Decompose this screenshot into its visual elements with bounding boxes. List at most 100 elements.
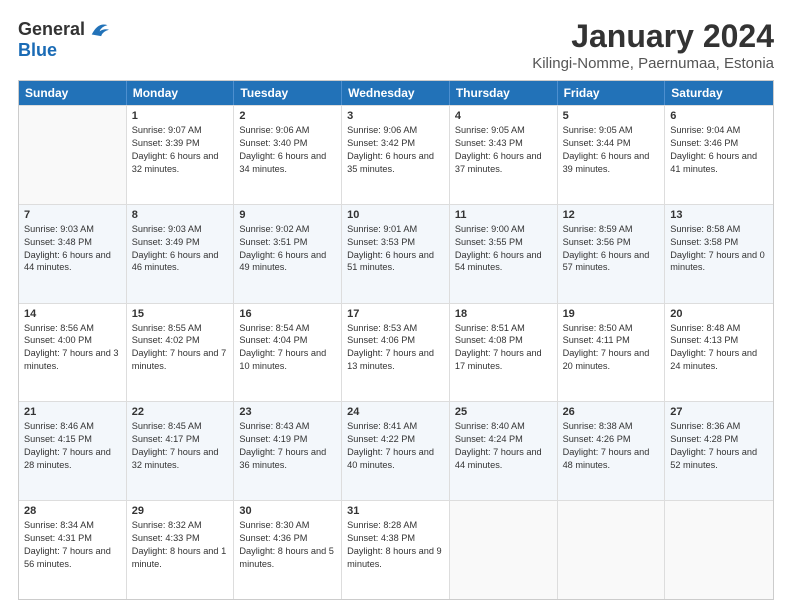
cell-day-number: 4	[455, 110, 552, 122]
calendar-cell-5-1: 28 Sunrise: 8:34 AM Sunset: 4:31 PM Dayli…	[19, 501, 127, 599]
calendar-cell-5-3: 30Sunrise: 8:30 AM Sunset: 4:36 PM Dayli…	[234, 501, 342, 599]
cell-day-number: 6	[670, 110, 768, 122]
calendar-cell-3-6: 19 Sunrise: 8:50 AM Sunset: 4:11 PM Dayli…	[558, 304, 666, 402]
cell-sun-info: Sunrise: 8:38 AM Sunset: 4:26 PM Dayligh…	[563, 420, 660, 472]
cell-day-number: 31	[347, 505, 444, 517]
header-day-monday: Monday	[127, 81, 235, 105]
cell-day-number: 23	[239, 406, 336, 418]
calendar-cell-4-2: 22 Sunrise: 8:45 AM Sunset: 4:17 PM Dayli…	[127, 402, 235, 500]
cell-day-number: 29	[132, 505, 229, 517]
cell-day-number: 17	[347, 308, 444, 320]
cell-sun-info: Sunrise: 8:50 AM Sunset: 4:11 PM Dayligh…	[563, 322, 660, 374]
calendar-body: 1 Sunrise: 9:07 AM Sunset: 3:39 PM Daylig…	[19, 105, 773, 599]
calendar-cell-2-3: 9 Sunrise: 9:02 AM Sunset: 3:51 PM Daylig…	[234, 205, 342, 303]
cell-sun-info: Sunrise: 8:48 AM Sunset: 4:13 PM Dayligh…	[670, 322, 768, 374]
cell-sun-info: Sunrise: 8:41 AM Sunset: 4:22 PM Dayligh…	[347, 420, 444, 472]
cell-day-number: 22	[132, 406, 229, 418]
cell-day-number: 30	[239, 505, 336, 517]
cell-day-number: 3	[347, 110, 444, 122]
cell-day-number: 15	[132, 308, 229, 320]
calendar-week-2: 7Sunrise: 9:03 AM Sunset: 3:48 PM Daylig…	[19, 204, 773, 303]
calendar-week-4: 21 Sunrise: 8:46 AM Sunset: 4:15 PM Dayli…	[19, 401, 773, 500]
logo: General Blue	[18, 18, 109, 61]
cell-sun-info: Sunrise: 8:34 AM Sunset: 4:31 PM Dayligh…	[24, 519, 121, 571]
cell-day-number: 8	[132, 209, 229, 221]
calendar-cell-2-5: 11Sunrise: 9:00 AM Sunset: 3:55 PM Dayli…	[450, 205, 558, 303]
calendar-cell-5-7	[665, 501, 773, 599]
cell-sun-info: Sunrise: 9:05 AM Sunset: 3:43 PM Dayligh…	[455, 124, 552, 176]
calendar-cell-4-1: 21 Sunrise: 8:46 AM Sunset: 4:15 PM Dayli…	[19, 402, 127, 500]
calendar-cell-1-4: 3 Sunrise: 9:06 AM Sunset: 3:42 PM Daylig…	[342, 106, 450, 204]
cell-day-number: 7	[24, 209, 121, 221]
calendar-cell-1-3: 2Sunrise: 9:06 AM Sunset: 3:40 PM Daylig…	[234, 106, 342, 204]
cell-sun-info: Sunrise: 8:55 AM Sunset: 4:02 PM Dayligh…	[132, 322, 229, 374]
cell-sun-info: Sunrise: 9:03 AM Sunset: 3:49 PM Dayligh…	[132, 223, 229, 275]
calendar-grid: SundayMondayTuesdayWednesdayThursdayFrid…	[18, 80, 774, 600]
header-day-saturday: Saturday	[665, 81, 773, 105]
calendar-cell-2-1: 7Sunrise: 9:03 AM Sunset: 3:48 PM Daylig…	[19, 205, 127, 303]
cell-day-number: 5	[563, 110, 660, 122]
cell-day-number: 27	[670, 406, 768, 418]
header-day-thursday: Thursday	[450, 81, 558, 105]
cell-day-number: 9	[239, 209, 336, 221]
calendar-cell-3-4: 17 Sunrise: 8:53 AM Sunset: 4:06 PM Dayli…	[342, 304, 450, 402]
header-day-friday: Friday	[558, 81, 666, 105]
calendar-cell-1-6: 5 Sunrise: 9:05 AM Sunset: 3:44 PM Daylig…	[558, 106, 666, 204]
calendar-cell-3-3: 16 Sunrise: 8:54 AM Sunset: 4:04 PM Dayli…	[234, 304, 342, 402]
cell-day-number: 10	[347, 209, 444, 221]
logo-general-text: General	[18, 19, 85, 40]
cell-day-number: 16	[239, 308, 336, 320]
cell-sun-info: Sunrise: 8:53 AM Sunset: 4:06 PM Dayligh…	[347, 322, 444, 374]
cell-sun-info: Sunrise: 8:51 AM Sunset: 4:08 PM Dayligh…	[455, 322, 552, 374]
calendar-cell-2-6: 12 Sunrise: 8:59 AM Sunset: 3:56 PM Dayli…	[558, 205, 666, 303]
cell-day-number: 26	[563, 406, 660, 418]
cell-sun-info: Sunrise: 8:46 AM Sunset: 4:15 PM Dayligh…	[24, 420, 121, 472]
cell-day-number: 20	[670, 308, 768, 320]
calendar-cell-1-1	[19, 106, 127, 204]
cell-sun-info: Sunrise: 8:45 AM Sunset: 4:17 PM Dayligh…	[132, 420, 229, 472]
calendar-cell-2-7: 13Sunrise: 8:58 AM Sunset: 3:58 PM Dayli…	[665, 205, 773, 303]
calendar-cell-4-6: 26 Sunrise: 8:38 AM Sunset: 4:26 PM Dayli…	[558, 402, 666, 500]
calendar-week-5: 28 Sunrise: 8:34 AM Sunset: 4:31 PM Dayli…	[19, 500, 773, 599]
calendar-cell-5-2: 29 Sunrise: 8:32 AM Sunset: 4:33 PM Dayli…	[127, 501, 235, 599]
cell-sun-info: Sunrise: 9:06 AM Sunset: 3:40 PM Dayligh…	[239, 124, 336, 176]
cell-day-number: 21	[24, 406, 121, 418]
logo-bird-icon	[87, 18, 109, 40]
cell-sun-info: Sunrise: 8:59 AM Sunset: 3:56 PM Dayligh…	[563, 223, 660, 275]
calendar-cell-1-5: 4 Sunrise: 9:05 AM Sunset: 3:43 PM Daylig…	[450, 106, 558, 204]
cell-sun-info: Sunrise: 9:05 AM Sunset: 3:44 PM Dayligh…	[563, 124, 660, 176]
cell-sun-info: Sunrise: 9:06 AM Sunset: 3:42 PM Dayligh…	[347, 124, 444, 176]
calendar-cell-1-2: 1 Sunrise: 9:07 AM Sunset: 3:39 PM Daylig…	[127, 106, 235, 204]
month-title: January 2024	[532, 18, 774, 55]
cell-day-number: 28	[24, 505, 121, 517]
page-header: General Blue January 2024 Kilingi-Nomme,…	[18, 18, 774, 72]
cell-sun-info: Sunrise: 8:43 AM Sunset: 4:19 PM Dayligh…	[239, 420, 336, 472]
logo-blue-text: Blue	[18, 40, 57, 61]
cell-day-number: 24	[347, 406, 444, 418]
header-day-tuesday: Tuesday	[234, 81, 342, 105]
cell-sun-info: Sunrise: 8:58 AM Sunset: 3:58 PM Dayligh…	[670, 223, 768, 275]
cell-sun-info: Sunrise: 9:07 AM Sunset: 3:39 PM Dayligh…	[132, 124, 229, 176]
calendar-week-1: 1 Sunrise: 9:07 AM Sunset: 3:39 PM Daylig…	[19, 105, 773, 204]
calendar-cell-1-7: 6 Sunrise: 9:04 AM Sunset: 3:46 PM Daylig…	[665, 106, 773, 204]
cell-sun-info: Sunrise: 8:32 AM Sunset: 4:33 PM Dayligh…	[132, 519, 229, 571]
cell-day-number: 18	[455, 308, 552, 320]
cell-day-number: 1	[132, 110, 229, 122]
calendar-page: General Blue January 2024 Kilingi-Nomme,…	[0, 0, 792, 612]
cell-sun-info: Sunrise: 8:36 AM Sunset: 4:28 PM Dayligh…	[670, 420, 768, 472]
cell-sun-info: Sunrise: 9:04 AM Sunset: 3:46 PM Dayligh…	[670, 124, 768, 176]
calendar-cell-4-4: 24 Sunrise: 8:41 AM Sunset: 4:22 PM Dayli…	[342, 402, 450, 500]
header-day-wednesday: Wednesday	[342, 81, 450, 105]
cell-day-number: 14	[24, 308, 121, 320]
cell-day-number: 19	[563, 308, 660, 320]
calendar-cell-3-5: 18 Sunrise: 8:51 AM Sunset: 4:08 PM Dayli…	[450, 304, 558, 402]
cell-sun-info: Sunrise: 8:56 AM Sunset: 4:00 PM Dayligh…	[24, 322, 121, 374]
calendar-header: SundayMondayTuesdayWednesdayThursdayFrid…	[19, 81, 773, 105]
calendar-cell-4-3: 23 Sunrise: 8:43 AM Sunset: 4:19 PM Dayli…	[234, 402, 342, 500]
cell-sun-info: Sunrise: 9:02 AM Sunset: 3:51 PM Dayligh…	[239, 223, 336, 275]
cell-sun-info: Sunrise: 9:00 AM Sunset: 3:55 PM Dayligh…	[455, 223, 552, 275]
location-subtitle: Kilingi-Nomme, Paernumaa, Estonia	[532, 55, 774, 72]
cell-sun-info: Sunrise: 8:54 AM Sunset: 4:04 PM Dayligh…	[239, 322, 336, 374]
cell-sun-info: Sunrise: 8:40 AM Sunset: 4:24 PM Dayligh…	[455, 420, 552, 472]
cell-day-number: 12	[563, 209, 660, 221]
